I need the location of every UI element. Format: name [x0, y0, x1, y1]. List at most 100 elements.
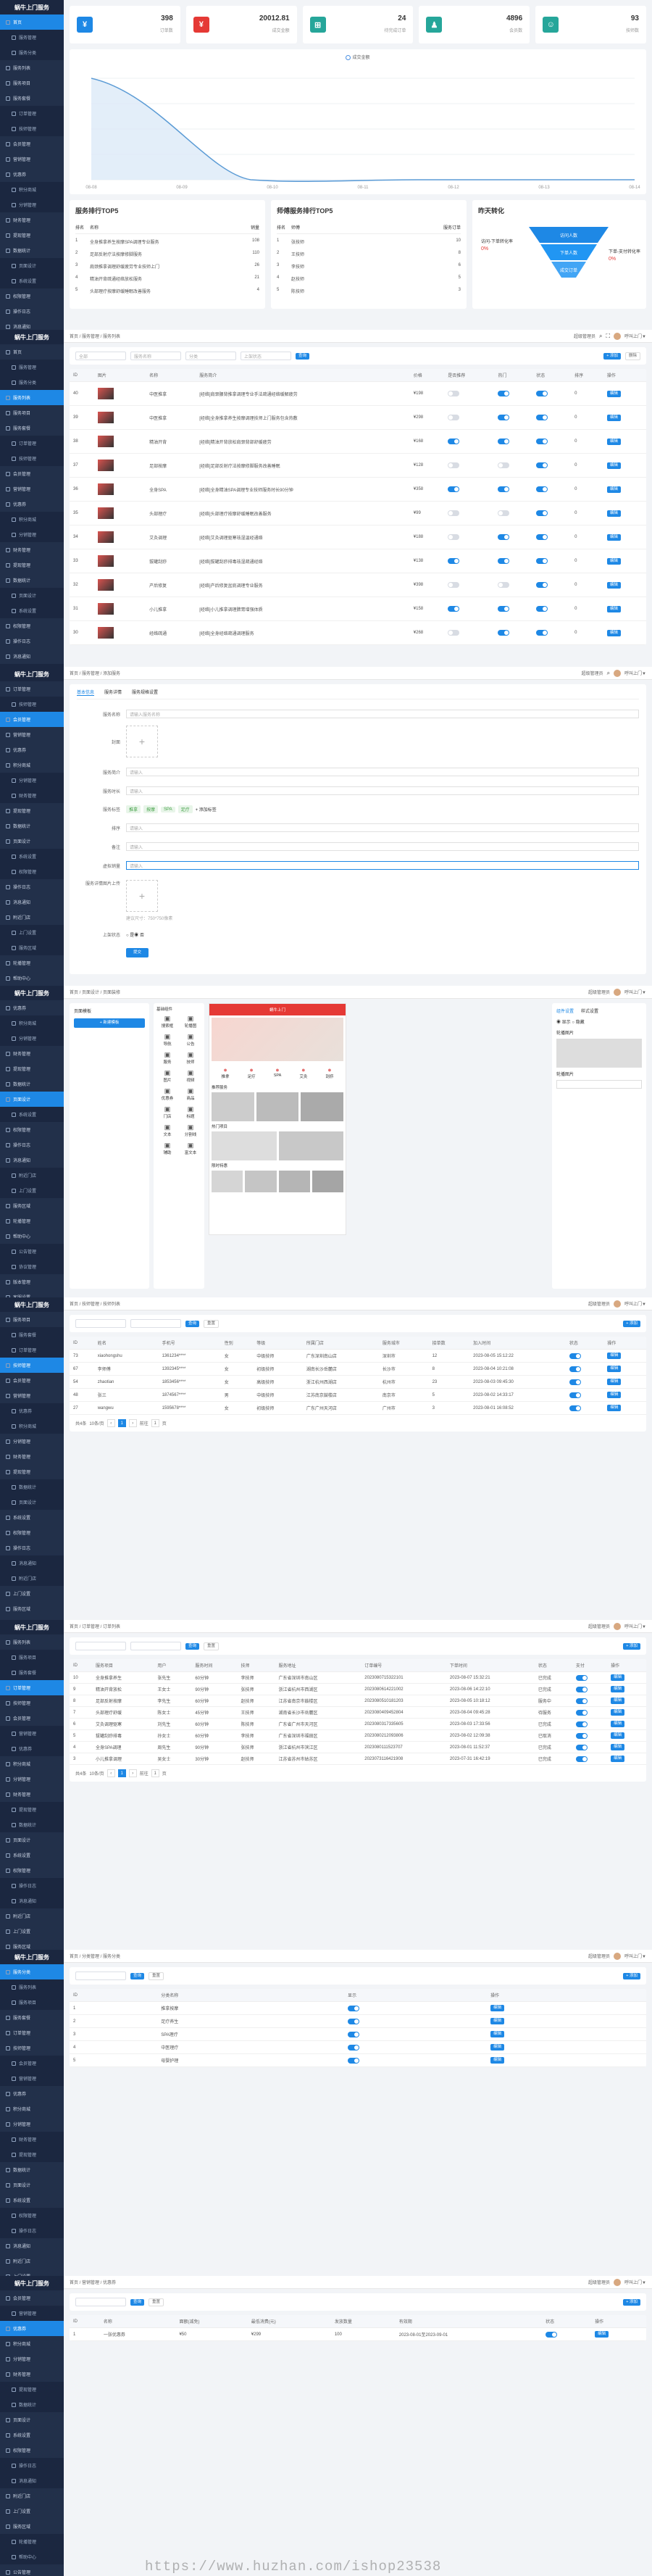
- toggle-switch[interactable]: [448, 582, 460, 588]
- sidebar-item[interactable]: 提现管理: [0, 1061, 64, 1076]
- user-menu[interactable]: 呼叫上门▼: [624, 989, 646, 995]
- toggle-switch[interactable]: [498, 415, 510, 420]
- sidebar-item[interactable]: 消息通知: [0, 1152, 64, 1168]
- sidebar-item[interactable]: 营销管理: [0, 151, 64, 167]
- toggle-switch[interactable]: [536, 415, 548, 420]
- sidebar-item[interactable]: 权限管理: [0, 288, 64, 304]
- toggle-switch[interactable]: [569, 1379, 581, 1385]
- upload-box[interactable]: +: [126, 726, 158, 757]
- edit-button[interactable]: 编辑: [611, 1686, 625, 1692]
- sidebar-item[interactable]: 上门设置: [0, 1924, 64, 1939]
- sidebar-item[interactable]: 服务区域: [0, 2519, 64, 2534]
- user-menu[interactable]: 呼叫上门▼: [624, 1623, 646, 1629]
- sidebar-item[interactable]: 首页: [0, 14, 64, 30]
- user-menu[interactable]: 呼叫上门▼: [624, 670, 646, 676]
- form-input[interactable]: 请输入: [126, 768, 639, 776]
- page-1[interactable]: 1: [117, 1769, 126, 1777]
- toggle-switch[interactable]: [498, 534, 510, 540]
- sidebar-item[interactable]: 消息通知: [0, 649, 64, 664]
- component-item[interactable]: ▣ 公告: [180, 1033, 201, 1047]
- radio-yes[interactable]: ○ 是: [126, 931, 134, 938]
- toggle-switch[interactable]: [569, 1366, 581, 1372]
- sidebar-item[interactable]: 积分商城: [0, 1015, 64, 1031]
- sidebar-item[interactable]: 附近门店: [0, 1168, 64, 1183]
- sidebar-item[interactable]: 技师管理: [0, 121, 64, 136]
- sidebar-item[interactable]: 技师管理: [0, 451, 64, 466]
- sidebar-item[interactable]: 分销管理: [0, 1771, 64, 1787]
- sidebar-item[interactable]: 提现管理: [0, 557, 64, 573]
- filter-input-2[interactable]: [130, 1319, 181, 1328]
- sidebar-item[interactable]: 积分商城: [0, 757, 64, 773]
- radio-show[interactable]: ◉ 显示: [556, 1021, 571, 1025]
- component-item[interactable]: ▣ 分割线: [180, 1123, 201, 1137]
- sidebar-item[interactable]: 消息通知: [0, 1555, 64, 1571]
- component-item[interactable]: ▣ 文本: [156, 1123, 178, 1137]
- toggle-switch[interactable]: [498, 630, 510, 636]
- toggle-switch[interactable]: [575, 1686, 588, 1692]
- toggle-switch[interactable]: [498, 486, 510, 492]
- avatar[interactable]: [614, 988, 622, 996]
- toggle-switch[interactable]: [546, 2331, 558, 2338]
- phone-nav-item[interactable]: ● 刮痧: [325, 1066, 333, 1079]
- sidebar-item[interactable]: 营销管理: [0, 481, 64, 496]
- edit-button[interactable]: 编辑: [606, 629, 621, 636]
- sidebar-item[interactable]: 优惠券: [0, 742, 64, 757]
- sidebar-item[interactable]: 系统设置: [0, 1510, 64, 1525]
- sidebar-item[interactable]: 技师管理: [0, 2040, 64, 2056]
- component-item[interactable]: ▣ 商品: [180, 1087, 201, 1101]
- sidebar-item[interactable]: 版本管理: [0, 1274, 64, 1289]
- sidebar-item[interactable]: 积分商城: [0, 2336, 64, 2351]
- sidebar-item[interactable]: 营销管理: [0, 1388, 64, 1403]
- sidebar-item[interactable]: 操作日志: [0, 1137, 64, 1152]
- sidebar-item[interactable]: 财务管理: [0, 212, 64, 228]
- toggle-switch[interactable]: [569, 1392, 581, 1398]
- sidebar-item[interactable]: 上门设置: [0, 2269, 64, 2276]
- sidebar-item[interactable]: 公告管理: [0, 2564, 64, 2576]
- component-item[interactable]: ▣ 轮播图: [180, 1015, 201, 1029]
- phone-nav-item[interactable]: ● SPA: [274, 1066, 282, 1079]
- add-button[interactable]: + 添加: [623, 1972, 640, 1979]
- sidebar-item[interactable]: 技师管理: [0, 697, 64, 712]
- batch-button[interactable]: 删除: [624, 352, 640, 360]
- component-item[interactable]: ▣ 视频: [180, 1069, 201, 1083]
- sidebar-item[interactable]: 客服设置: [0, 1289, 64, 1297]
- avatar[interactable]: [614, 1952, 622, 1960]
- sidebar-item[interactable]: 系统设置: [0, 603, 64, 618]
- toggle-switch[interactable]: [569, 1405, 581, 1411]
- sidebar-item[interactable]: 服务区域: [0, 940, 64, 955]
- sidebar-item[interactable]: 订单管理: [0, 1680, 64, 1695]
- sidebar-item[interactable]: 服务分类: [0, 45, 64, 60]
- sidebar-item[interactable]: 操作日志: [0, 304, 64, 319]
- sidebar-item[interactable]: 订单管理: [0, 1342, 64, 1358]
- sidebar-item[interactable]: 技师管理: [0, 1358, 64, 1373]
- edit-button[interactable]: 编辑: [490, 2044, 505, 2051]
- sidebar-item[interactable]: 财务管理: [0, 2132, 64, 2147]
- edit-button[interactable]: 编辑: [607, 1392, 622, 1398]
- toggle-switch[interactable]: [536, 582, 548, 588]
- sidebar-item[interactable]: 服务管理: [0, 30, 64, 45]
- edit-button[interactable]: 编辑: [611, 1698, 625, 1704]
- edit-button[interactable]: 编辑: [606, 581, 621, 589]
- sidebar-item[interactable]: 提现管理: [0, 2382, 64, 2397]
- tab-style-settings[interactable]: 样式设置: [581, 1007, 598, 1014]
- sidebar-item[interactable]: 分销管理: [0, 2116, 64, 2132]
- sidebar-item[interactable]: 操作日志: [0, 2458, 64, 2473]
- toggle-switch[interactable]: [448, 558, 460, 564]
- next-page[interactable]: ›: [128, 1769, 137, 1777]
- sidebar-item[interactable]: 财务管理: [0, 788, 64, 803]
- sidebar-item[interactable]: 积分商城: [0, 1418, 64, 1434]
- sidebar-item[interactable]: 帮助中心: [0, 1229, 64, 1244]
- toggle-switch[interactable]: [498, 606, 510, 612]
- toggle-switch[interactable]: [575, 1709, 588, 1716]
- filter-input-1[interactable]: [75, 1642, 126, 1650]
- toggle-switch[interactable]: [448, 462, 460, 468]
- sidebar-item[interactable]: 系统设置: [0, 2427, 64, 2443]
- sidebar-item[interactable]: 数据统计: [0, 2397, 64, 2412]
- edit-button[interactable]: 编辑: [606, 414, 621, 421]
- toggle-switch[interactable]: [536, 558, 548, 564]
- component-item[interactable]: ▣ 辅助: [156, 1142, 178, 1155]
- toggle-switch[interactable]: [348, 2005, 360, 2011]
- sidebar-item[interactable]: 积分商城: [0, 1756, 64, 1771]
- sidebar-item[interactable]: 权限管理: [0, 1525, 64, 1540]
- toggle-switch[interactable]: [536, 486, 548, 492]
